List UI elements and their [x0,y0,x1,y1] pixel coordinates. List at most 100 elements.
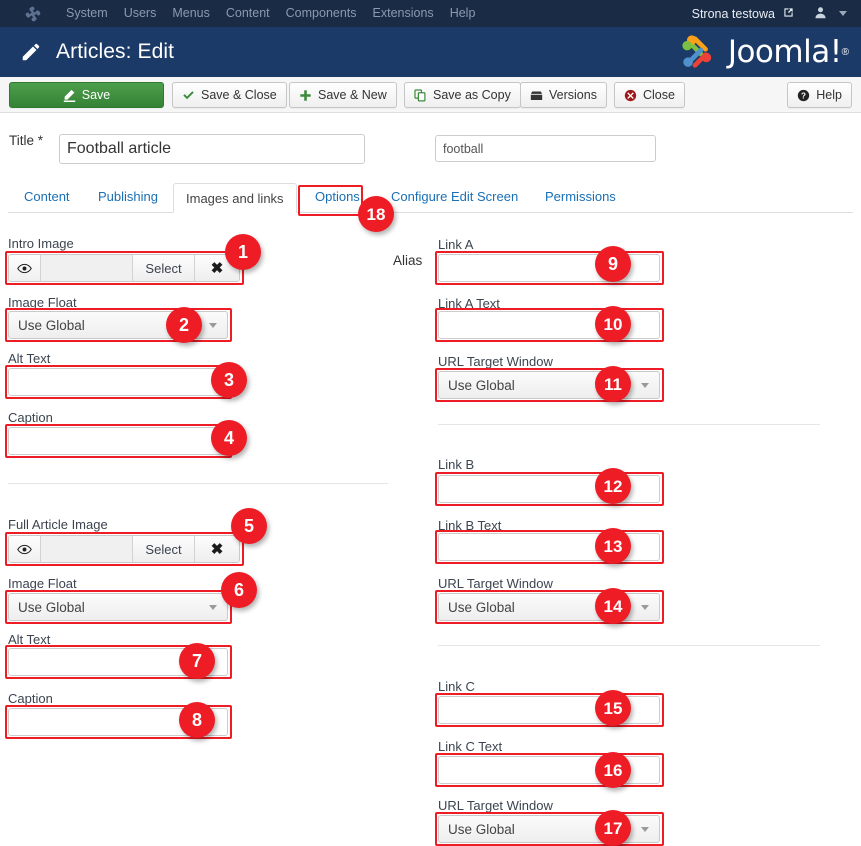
intro-image-path-input[interactable] [41,255,133,281]
nav-item-help[interactable]: Help [442,0,484,27]
full-article-alt-text-label: Alt Text [8,632,51,647]
intro-image-clear-button[interactable]: ✖ [195,255,239,281]
intro-caption-label: Caption [8,410,53,425]
tab-configure-edit-screen[interactable]: Configure Edit Screen [379,183,530,212]
top-nav-menu: System Users Menus Content Components Ex… [58,0,483,27]
link-c-input[interactable] [438,696,660,724]
link-b-target-value: Use Global [448,599,515,615]
link-b-target-select[interactable]: Use Global [438,593,660,621]
external-link-icon[interactable] [783,7,794,21]
pencil-icon [20,41,42,63]
link-b-label: Link B [438,457,475,472]
joomla-logo-icon[interactable] [20,0,46,27]
link-b-target-label: URL Target Window [438,576,553,591]
link-a-text-input[interactable] [438,311,660,339]
help-label: Help [816,88,842,102]
joomla-admin-page: System Users Menus Content Components Ex… [0,0,861,846]
versions-button[interactable]: Versions [520,82,607,108]
intro-image-select-button[interactable]: Select [133,255,195,281]
link-a-target-select[interactable]: Use Global [438,371,660,399]
save-and-new-label: Save & New [318,88,387,102]
intro-image-float-label: Image Float [8,295,77,310]
title-input[interactable] [59,134,365,164]
intro-image-float-select[interactable]: Use Global [8,311,228,339]
link-b-text-input[interactable] [438,533,660,561]
editor-toolbar: Save Save & Close Save & New Save as Cop… [0,77,861,113]
save-as-copy-button[interactable]: Save as Copy [404,82,521,108]
intro-image-field[interactable]: Select ✖ [8,254,240,282]
tab-publishing[interactable]: Publishing [86,183,170,212]
link-c-target-select[interactable]: Use Global [438,815,660,843]
link-a-text-label: Link A Text [438,296,500,311]
intro-image-label: Intro Image [8,236,74,251]
site-name-link[interactable]: Strona testowa [692,7,775,21]
check-icon [182,89,195,102]
joomla-brand-logo: Joomla! ® [678,30,849,74]
eye-icon[interactable] [9,255,41,281]
top-navigation-bar: System Users Menus Content Components Ex… [0,0,861,27]
intro-alt-text-input[interactable] [8,368,228,396]
link-c-text-label: Link C Text [438,739,503,754]
full-article-image-path-input[interactable] [41,536,133,562]
title-field-label: Title * [9,133,44,148]
link-c-text-input[interactable] [438,756,660,784]
link-b-text-label: Link B Text [438,518,502,533]
plus-icon [299,89,312,102]
chevron-down-icon [209,322,217,328]
save-and-close-label: Save & Close [201,88,277,102]
help-button[interactable]: ? Help [787,82,852,108]
nav-item-menus[interactable]: Menus [164,0,218,27]
nav-item-content[interactable]: Content [218,0,278,27]
save-and-new-button[interactable]: Save & New [289,82,397,108]
chevron-down-icon[interactable] [839,11,847,16]
link-a-input[interactable] [438,254,660,282]
tab-options[interactable]: Options [303,183,372,212]
full-article-image-float-value: Use Global [18,599,85,615]
svg-text:?: ? [801,91,806,100]
nav-item-system[interactable]: System [58,0,116,27]
close-circle-icon [624,89,637,102]
close-button[interactable]: Close [614,82,685,108]
link-c-target-label: URL Target Window [438,798,553,813]
copy-icon [414,88,427,102]
page-header-bar: Articles: Edit Joomla! ® [0,27,861,77]
eye-icon[interactable] [9,536,41,562]
chevron-down-icon [209,604,217,610]
nav-item-extensions[interactable]: Extensions [365,0,442,27]
save-button[interactable]: Save [9,82,164,108]
nav-item-components[interactable]: Components [278,0,365,27]
link-a-target-value: Use Global [448,377,515,393]
left-column-divider-1 [8,483,388,484]
archive-icon [530,89,543,102]
right-column-divider-2 [438,645,820,646]
tab-images-and-links[interactable]: Images and links [173,183,297,213]
chevron-down-icon [641,382,649,388]
intro-caption-input[interactable] [8,427,228,455]
full-article-image-label: Full Article Image [8,517,108,532]
tab-permissions[interactable]: Permissions [533,183,628,212]
versions-label: Versions [549,88,597,102]
full-article-alt-text-input[interactable] [8,648,228,676]
user-avatar-icon[interactable] [814,6,827,22]
save-and-close-button[interactable]: Save & Close [172,82,287,108]
full-article-image-clear-button[interactable]: ✖ [195,536,239,562]
link-a-target-label: URL Target Window [438,354,553,369]
full-article-image-field[interactable]: Select ✖ [8,535,240,563]
save-as-copy-label: Save as Copy [433,88,511,102]
tab-content[interactable]: Content [12,183,82,212]
chevron-down-icon [641,826,649,832]
top-nav-right-group: Strona testowa [692,0,851,27]
full-article-image-float-select[interactable]: Use Global [8,593,228,621]
nav-item-users[interactable]: Users [116,0,165,27]
edit-tabs: Content Publishing Images and links Opti… [8,183,853,213]
alias-input[interactable] [435,135,656,162]
intro-image-float-value: Use Global [18,317,85,333]
full-article-image-float-label: Image Float [8,576,77,591]
help-icon: ? [797,89,810,102]
full-article-caption-input[interactable] [8,708,228,736]
link-b-input[interactable] [438,475,660,503]
right-column-divider-1 [438,424,820,425]
brand-name: Joomla! [727,34,842,70]
full-article-image-select-button[interactable]: Select [133,536,195,562]
save-icon [63,89,76,102]
